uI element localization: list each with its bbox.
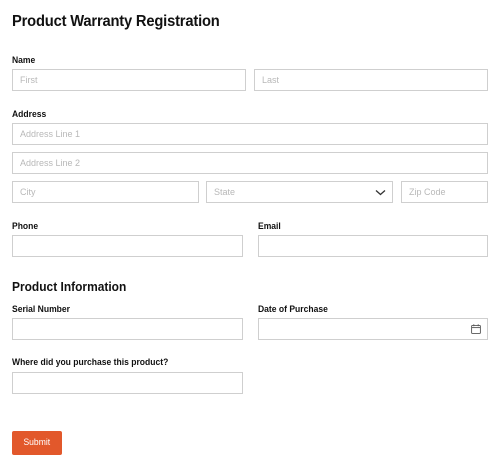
- city-field[interactable]: [12, 181, 199, 203]
- zip-code-input[interactable]: [402, 182, 487, 202]
- calendar-icon[interactable]: [471, 324, 481, 334]
- submit-button-label: Submit: [23, 437, 51, 448]
- state-select-value: State: [214, 187, 236, 197]
- where-purchased-label: Where did you purchase this product?: [12, 357, 169, 368]
- phone-field[interactable]: [12, 235, 243, 257]
- where-purchased-field[interactable]: [12, 372, 243, 394]
- serial-number-input[interactable]: [13, 319, 242, 339]
- name-label: Name: [12, 55, 36, 66]
- serial-number-label: Serial Number: [12, 304, 70, 315]
- where-purchased-input[interactable]: [13, 373, 242, 393]
- phone-input[interactable]: [13, 236, 242, 256]
- serial-number-field[interactable]: [12, 318, 243, 340]
- chevron-down-icon: [375, 190, 386, 196]
- email-field[interactable]: [258, 235, 488, 257]
- product-information-heading: Product Information: [12, 279, 127, 294]
- city-input[interactable]: [13, 182, 198, 202]
- phone-label: Phone: [12, 221, 39, 232]
- first-name-field[interactable]: [12, 69, 246, 91]
- submit-button[interactable]: Submit: [12, 431, 62, 455]
- date-of-purchase-field[interactable]: [258, 318, 488, 340]
- last-name-field[interactable]: [254, 69, 488, 91]
- address-line2-field[interactable]: [12, 152, 488, 174]
- address-line2-input[interactable]: [13, 153, 487, 173]
- first-name-input[interactable]: [13, 70, 245, 90]
- zip-code-field[interactable]: [401, 181, 488, 203]
- email-input[interactable]: [259, 236, 487, 256]
- email-label: Email: [258, 221, 281, 232]
- page-title: Product Warranty Registration: [12, 13, 220, 30]
- date-of-purchase-label: Date of Purchase: [258, 304, 328, 315]
- address-line1-input[interactable]: [13, 124, 487, 144]
- address-label: Address: [12, 109, 47, 120]
- address-line1-field[interactable]: [12, 123, 488, 145]
- last-name-input[interactable]: [255, 70, 487, 90]
- state-select[interactable]: State: [206, 181, 393, 203]
